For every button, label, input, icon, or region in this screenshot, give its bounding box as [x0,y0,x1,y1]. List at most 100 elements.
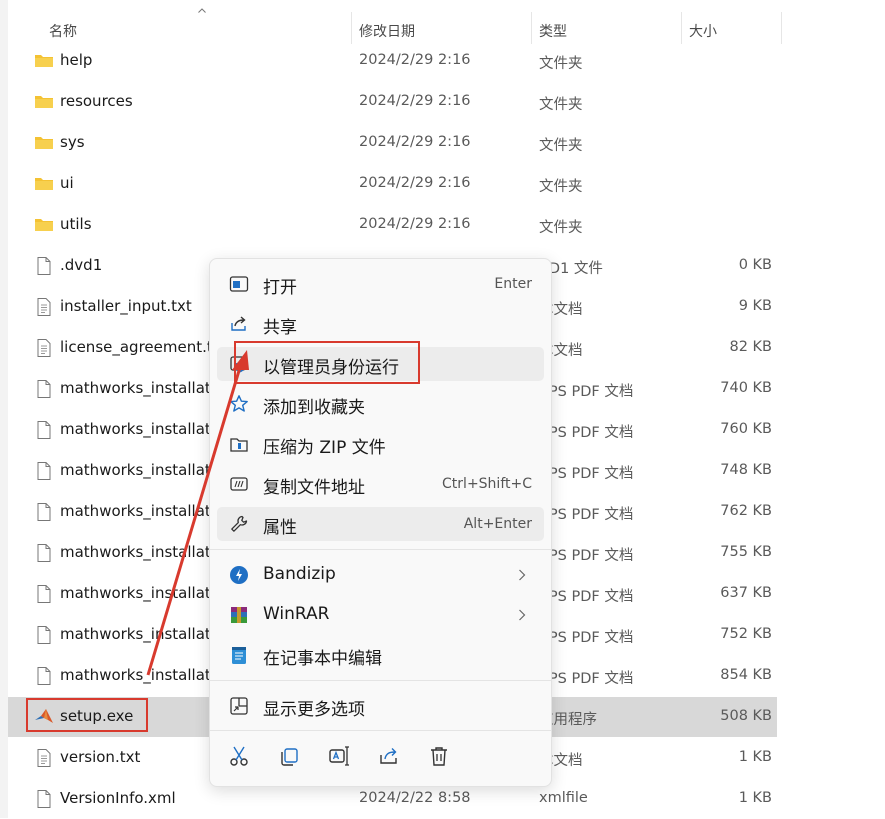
file-icon [34,461,54,481]
copy-icon[interactable] [277,744,301,768]
context-menu: 打开 Enter 共享 以管理员身份运行 添加到收藏夹 压缩为 ZIP 文件 复… [209,258,552,787]
file-row[interactable]: ui 2024/2/29 2:16 文件夹 [8,164,777,204]
menu-label: 压缩为 ZIP 文件 [263,438,386,458]
menu-separator [210,680,551,681]
file-size: 1 KB [738,749,772,765]
file-type: 文件夹 [539,56,583,72]
menu-item-properties[interactable]: 属性 Alt+Enter [217,507,544,541]
menu-shortcut: Enter [494,276,532,292]
file-size: 752 KB [720,626,772,642]
notepad-icon [232,647,246,664]
menu-item-share[interactable]: 共享 [217,307,544,341]
rename-icon[interactable] [327,744,351,768]
column-name[interactable]: 名称 [49,21,77,41]
file-icon [34,789,54,809]
file-size: 9 KB [738,298,772,314]
file-name: VersionInfo.xml [60,789,176,807]
column-size[interactable]: 大小 [689,21,717,41]
file-size: 762 KB [720,503,772,519]
chevron-right-icon [519,609,526,621]
more-options-icon [230,697,248,715]
file-icon [34,543,54,563]
share-icon[interactable] [377,744,401,768]
text-file-icon [34,748,54,768]
file-size: 1 KB [738,790,772,806]
delete-icon[interactable] [427,744,451,768]
copy-path-icon [230,477,248,491]
file-size: 760 KB [720,421,772,437]
menu-label: WinRAR [263,604,330,624]
file-name: installer_input.txt [60,297,192,315]
file-name: utils [60,215,92,233]
file-name: mathworks_installati [60,502,215,520]
menu-separator [210,730,551,731]
open-icon [229,276,249,292]
menu-item-show-more-options[interactable]: 显示更多选项 [217,689,544,723]
share-icon [231,316,246,331]
file-date: 2024/2/29 2:16 [359,175,471,191]
cut-icon[interactable] [227,744,251,768]
menu-item-bandizip[interactable]: Bandizip [217,558,544,592]
column-divider[interactable] [781,12,782,44]
file-size: 0 KB [738,257,772,273]
column-divider[interactable] [681,12,682,44]
folder-icon [34,92,54,112]
file-icon [34,625,54,645]
folder-icon [34,133,54,153]
text-file-icon [34,297,54,317]
file-type: VPS PDF 文档 [539,425,634,441]
file-size: 748 KB [720,462,772,478]
file-name: mathworks_installati [60,584,215,602]
file-type: VPS PDF 文档 [539,507,634,523]
file-icon [34,256,54,276]
menu-label: 共享 [263,318,297,338]
file-row[interactable]: resources 2024/2/29 2:16 文件夹 [8,82,777,122]
file-size: 508 KB [720,708,772,724]
column-divider[interactable] [351,12,352,44]
file-type: 文件夹 [539,138,583,154]
menu-label: 打开 [263,278,297,298]
left-pane-edge [0,0,8,818]
column-divider[interactable] [531,12,532,44]
file-row[interactable]: sys 2024/2/29 2:16 文件夹 [8,123,777,163]
menu-label: 添加到收藏夹 [263,398,365,418]
winrar-icon [231,607,247,623]
menu-label: 复制文件地址 [263,478,365,498]
file-name: sys [60,133,85,151]
menu-item-edit-in-notepad[interactable]: 在记事本中编辑 [217,638,544,672]
file-date: 2024/2/29 2:16 [359,216,471,232]
file-date: 2024/2/29 2:16 [359,93,471,109]
file-name: mathworks_installati [60,666,215,684]
menu-item-open[interactable]: 打开 Enter [217,267,544,301]
menu-label: 显示更多选项 [263,700,365,720]
file-row[interactable]: utils 2024/2/29 2:16 文件夹 [8,205,777,245]
file-size: 755 KB [720,544,772,560]
file-type: VPS PDF 文档 [539,589,634,605]
file-row[interactable]: help 2024/2/29 2:16 文件夹 [8,41,777,81]
file-type: xmlfile [539,790,588,806]
file-name: license_agreement.t [60,338,213,356]
file-name: help [60,51,93,69]
file-name: ui [60,174,74,192]
file-icon [34,420,54,440]
file-date: 2024/2/22 8:58 [359,790,471,806]
menu-item-copy-path[interactable]: 复制文件地址 Ctrl+Shift+C [217,467,544,501]
folder-icon [34,174,54,194]
column-date[interactable]: 修改日期 [359,21,415,41]
highlight-run-as-admin [234,341,420,384]
menu-label: 在记事本中编辑 [263,649,382,669]
file-size: 740 KB [720,380,772,396]
text-file-icon [34,338,54,358]
file-icon [34,502,54,522]
menu-shortcut: Alt+Enter [463,516,532,532]
column-type[interactable]: 类型 [539,21,567,41]
sort-ascending-icon [198,8,206,13]
menu-item-winrar[interactable]: WinRAR [217,598,544,632]
file-name: version.txt [60,748,141,766]
menu-item-compress-zip[interactable]: 压缩为 ZIP 文件 [217,427,544,461]
file-type: 文件夹 [539,220,583,236]
file-icon [34,666,54,686]
menu-label: 属性 [263,518,297,538]
file-type: VPS PDF 文档 [539,671,634,687]
menu-item-add-to-favorites[interactable]: 添加到收藏夹 [217,387,544,421]
